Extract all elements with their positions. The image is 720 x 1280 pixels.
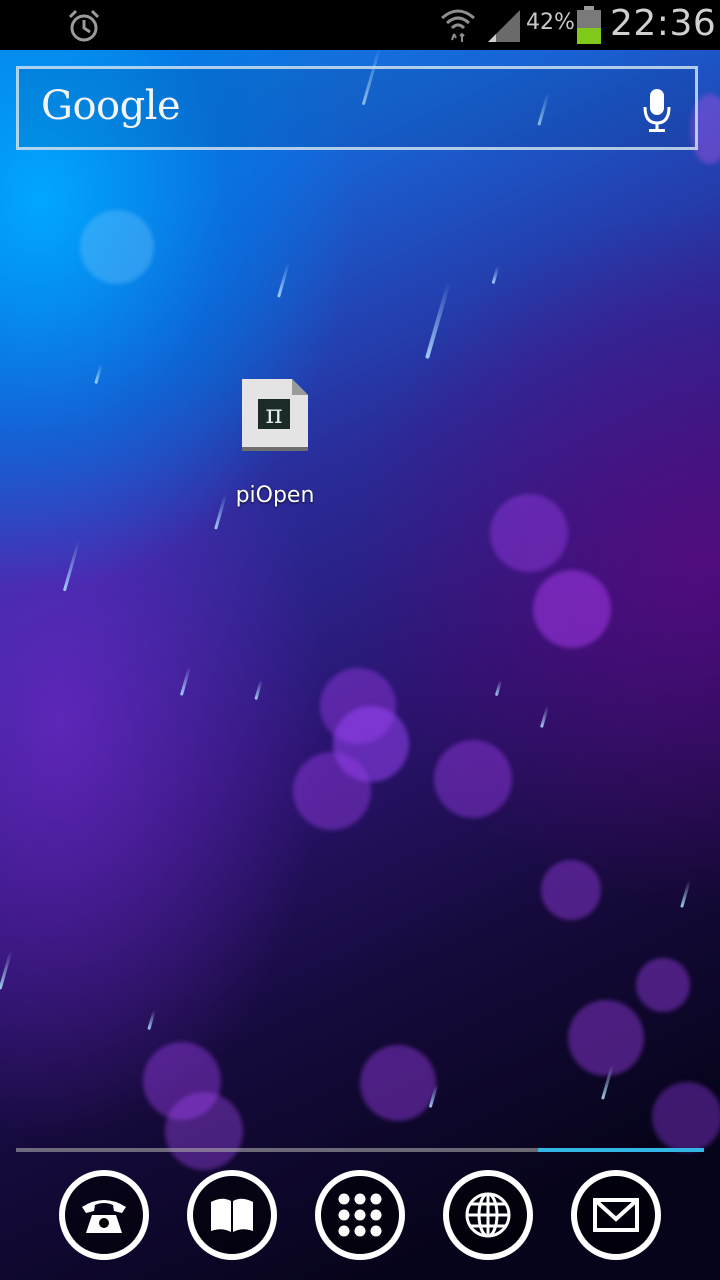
dock-browser-button[interactable] <box>443 1170 533 1260</box>
app-shortcut-piopen[interactable]: π piOpen <box>215 375 335 515</box>
battery-icon <box>577 6 601 44</box>
dock-contacts-button[interactable] <box>187 1170 277 1260</box>
page-indicator-active <box>538 1148 704 1152</box>
status-clock: 22:36 <box>610 3 717 44</box>
battery-percent: 42% <box>526 10 575 35</box>
globe-icon <box>465 1192 511 1238</box>
phone-icon <box>82 1200 126 1233</box>
microphone-icon[interactable] <box>641 87 673 135</box>
alarm-icon <box>68 9 100 42</box>
apps-grid-icon <box>338 1193 382 1237</box>
dock-phone-button[interactable] <box>59 1170 149 1260</box>
svg-text:π: π <box>265 400 282 430</box>
envelope-icon <box>593 1198 639 1232</box>
status-bar: 42% 22:36 <box>0 0 720 50</box>
wifi-icon <box>441 9 475 42</box>
book-icon <box>211 1198 253 1232</box>
page-indicator <box>16 1148 704 1152</box>
pi-document-icon: π <box>242 379 308 451</box>
app-label: piOpen <box>235 483 315 508</box>
dock-app-drawer-button[interactable] <box>315 1170 405 1260</box>
wallpaper <box>0 0 720 1280</box>
dock-messaging-button[interactable] <box>571 1170 661 1260</box>
google-search-bar[interactable]: Google <box>16 66 698 150</box>
signal-icon <box>488 10 520 42</box>
google-logo[interactable]: Google <box>41 83 181 129</box>
